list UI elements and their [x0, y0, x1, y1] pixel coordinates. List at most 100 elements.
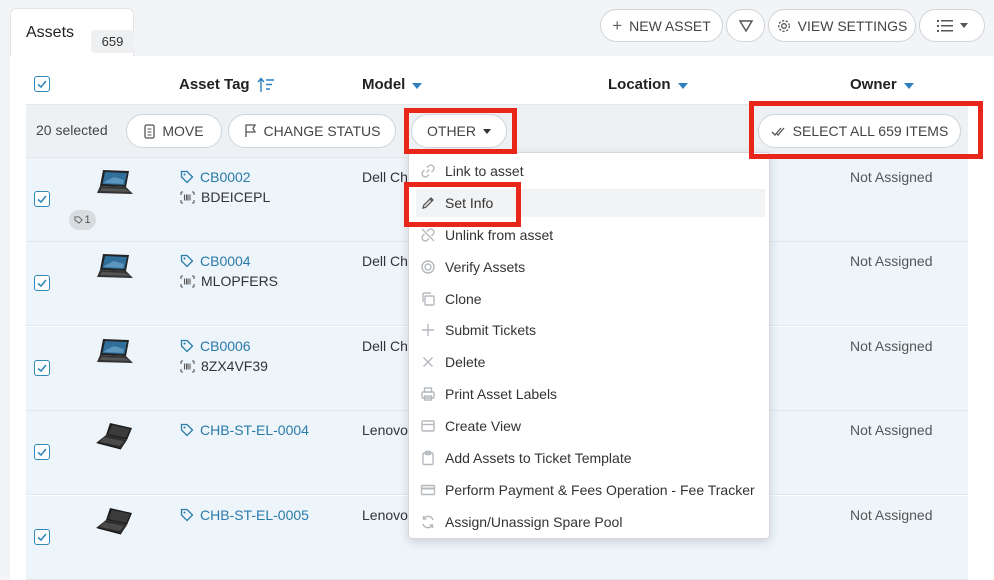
asset-owner: Not Assigned [850, 338, 933, 354]
plus-icon: + [612, 15, 623, 35]
asset-model: Lenovo [362, 422, 408, 438]
column-label: Owner [850, 76, 897, 93]
menu-item-label: Unlink from asset [445, 227, 554, 243]
asset-owner: Not Assigned [850, 169, 933, 185]
asset-count-badge: 659 [91, 30, 134, 53]
filter-icon [738, 19, 753, 32]
asset-tag-text: CB0002 [200, 169, 251, 185]
asset-thumbnail [94, 337, 136, 372]
chevron-down-icon [412, 82, 423, 89]
asset-tag-text: CB0004 [200, 253, 251, 269]
plus-icon [422, 324, 434, 336]
asset-tag-link[interactable]: CHB-ST-EL-0005 [180, 507, 309, 523]
move-label: MOVE [162, 123, 204, 139]
row-checkbox[interactable] [34, 275, 50, 291]
row-checkbox[interactable] [34, 529, 50, 545]
tag-icon [180, 508, 194, 522]
menu-item-label: Assign/Unassign Spare Pool [445, 514, 623, 530]
column-label: Location [608, 76, 671, 93]
select-all-checkbox[interactable] [34, 76, 50, 92]
move-icon [144, 123, 156, 139]
asset-tag-link[interactable]: CHB-ST-EL-0004 [180, 422, 309, 438]
change-status-button[interactable]: CHANGE STATUS [228, 114, 396, 148]
new-asset-label: NEW ASSET [629, 17, 711, 34]
view-settings-button[interactable]: VIEW SETTINGS [768, 9, 916, 42]
menu-item-delete[interactable]: Delete [409, 348, 769, 376]
row-checkbox[interactable] [34, 360, 50, 376]
row-checkbox[interactable] [34, 191, 50, 207]
view-settings-label: VIEW SETTINGS [797, 17, 908, 34]
menu-item-perform-payment[interactable]: Perform Payment & Fees Operation - Fee T… [409, 476, 769, 504]
column-header-owner[interactable]: Owner [850, 76, 914, 93]
chevron-down-icon [677, 82, 688, 89]
serial-number: 8ZX4VF39 [180, 358, 268, 374]
flag-icon [244, 124, 256, 137]
menu-item-label: Clone [445, 291, 482, 307]
row-checkbox[interactable] [34, 444, 50, 460]
menu-item-assign-spare-pool[interactable]: Assign/Unassign Spare Pool [409, 508, 769, 536]
asset-thumbnail [94, 421, 136, 456]
list-view-dropdown[interactable] [919, 9, 985, 42]
chevron-down-icon [903, 82, 914, 89]
menu-item-add-assets-to-ticket-template[interactable]: Add Assets to Ticket Template [409, 444, 769, 472]
highlight-select-all [749, 101, 983, 159]
tag-count-badge[interactable]: 1 [69, 210, 96, 230]
move-button[interactable]: MOVE [126, 114, 222, 148]
asset-tag-link[interactable]: CB0004 [180, 253, 251, 269]
menu-item-label: Link to asset [445, 163, 524, 179]
serial-number: MLOPFERS [180, 273, 278, 289]
menu-item-label: Perform Payment & Fees Operation - Fee T… [445, 482, 755, 498]
column-label: Asset Tag [179, 76, 250, 93]
menu-item-print-asset-labels[interactable]: Print Asset Labels [409, 380, 769, 408]
menu-item-label: Delete [445, 354, 486, 370]
asset-model: Dell Ch [362, 169, 408, 185]
tag-icon [180, 170, 194, 184]
sort-icon[interactable] [257, 76, 275, 93]
asset-tag-text: CB0006 [200, 338, 251, 354]
filter-button[interactable] [726, 9, 765, 42]
column-header-model[interactable]: Model [362, 76, 423, 93]
menu-item-label: Create View [445, 418, 522, 434]
asset-model: Dell Ch [362, 338, 408, 354]
unlink-icon [421, 228, 435, 242]
menu-item-link-to-asset[interactable]: Link to asset [409, 157, 769, 185]
serial-text: BDEICEPL [201, 189, 271, 205]
serial-number: BDEICEPL [180, 189, 270, 205]
menu-item-create-view[interactable]: Create View [409, 412, 769, 440]
asset-tag-link[interactable]: CB0002 [180, 169, 251, 185]
menu-item-label: Add Assets to Ticket Template [445, 450, 632, 466]
change-status-label: CHANGE STATUS [263, 123, 381, 139]
asset-thumbnail [94, 252, 136, 287]
tag-icon [180, 423, 194, 437]
list-icon [936, 19, 953, 32]
asset-model: Lenovo [362, 507, 408, 523]
asset-tag-link[interactable]: CB0006 [180, 338, 251, 354]
serial-text: 8ZX4VF39 [201, 358, 268, 374]
selected-count: 20 selected [36, 122, 108, 138]
menu-item-label: Print Asset Labels [445, 386, 558, 402]
asset-owner: Not Assigned [850, 422, 933, 438]
asset-tag-text: CHB-ST-EL-0005 [200, 507, 309, 523]
chevron-down-icon [959, 23, 968, 28]
column-header-location[interactable]: Location [608, 76, 688, 93]
menu-item-label: Verify Assets [445, 259, 526, 275]
asset-tag-text: CHB-ST-EL-0004 [200, 422, 309, 438]
menu-item-verify-assets[interactable]: Verify Assets [409, 253, 769, 281]
gear-icon [777, 19, 790, 32]
column-header-asset-tag[interactable]: Asset Tag [179, 76, 275, 93]
x-icon [423, 357, 433, 367]
tab-label: Assets [26, 24, 75, 41]
asset-thumbnail [94, 506, 136, 541]
menu-item-clone[interactable]: Clone [409, 285, 769, 313]
verify-icon [421, 260, 435, 274]
asset-model: Dell Ch [362, 253, 408, 269]
credit-card-icon [420, 484, 436, 496]
new-asset-button[interactable]: + NEW ASSET [600, 9, 723, 42]
menu-item-submit-tickets[interactable]: Submit Tickets [409, 316, 769, 344]
tag-count: 1 [84, 214, 91, 226]
asset-owner: Not Assigned [850, 507, 933, 523]
menu-item-label: Submit Tickets [445, 322, 537, 338]
tab-assets[interactable]: Assets 659 [10, 8, 134, 60]
barcode-icon [180, 190, 195, 204]
tag-icon [180, 254, 194, 268]
